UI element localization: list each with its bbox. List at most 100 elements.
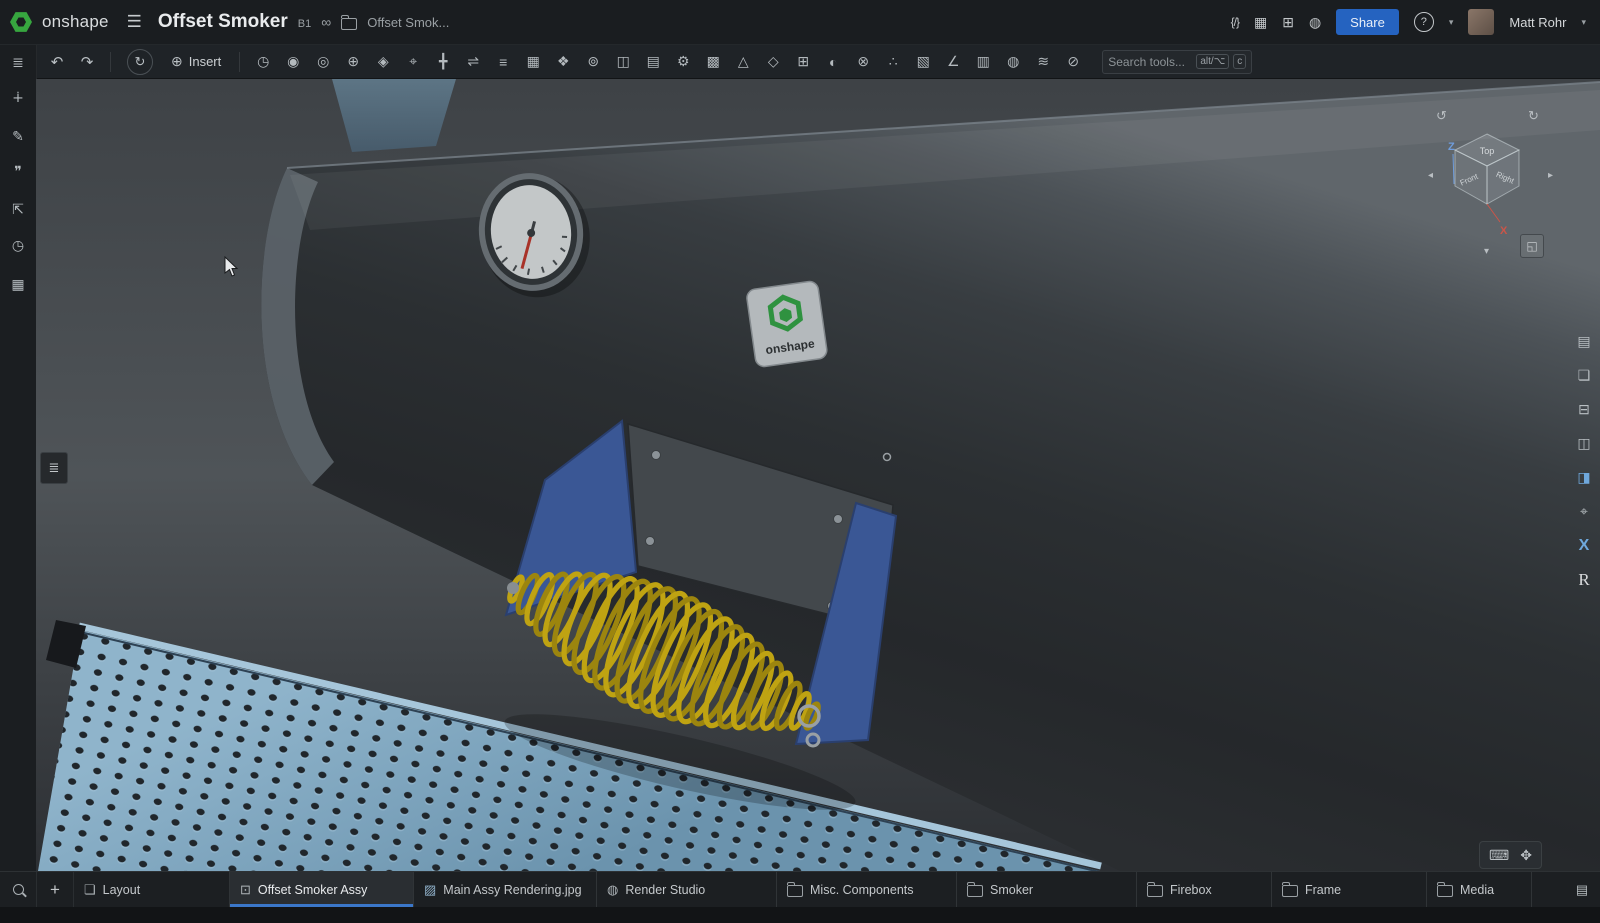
- folder-icon: [1282, 885, 1298, 897]
- appearance-icon[interactable]: ✎: [0, 127, 36, 145]
- globe-icon[interactable]: ◍: [1309, 14, 1321, 31]
- app-header: onshape ☰ Offset Smoker B1 ∞ Offset Smok…: [0, 0, 1600, 45]
- view-options-button[interactable]: ◱: [1520, 234, 1544, 258]
- insert-button[interactable]: ⊕ Insert: [161, 53, 231, 70]
- transform-icon[interactable]: ⇱: [0, 200, 36, 218]
- display-states-icon[interactable]: ⊞: [788, 49, 818, 75]
- measure-panel-icon[interactable]: ⌖: [1573, 501, 1595, 522]
- main-menu-icon[interactable]: ☰: [127, 12, 142, 32]
- exploded-view-icon[interactable]: △: [728, 49, 758, 75]
- graphics-viewport[interactable]: onshape: [36, 79, 1600, 871]
- 3d-scene[interactable]: onshape: [36, 79, 1600, 871]
- tab-folder-frame[interactable]: Frame: [1272, 872, 1427, 907]
- help-icon[interactable]: ?: [1414, 12, 1434, 32]
- render-icon[interactable]: ◍: [998, 49, 1028, 75]
- rotate-cube-left-icon[interactable]: ◂: [1428, 170, 1433, 181]
- tables-icon[interactable]: ▦: [0, 275, 36, 293]
- rotate-right-icon[interactable]: ↻: [1528, 108, 1539, 123]
- smoker-chimney[interactable]: [332, 79, 456, 152]
- undo-icon[interactable]: ↶: [42, 49, 72, 75]
- circular-pattern-icon[interactable]: ❖: [548, 49, 578, 75]
- link-icon[interactable]: ∞: [321, 14, 331, 30]
- redo-icon[interactable]: ↷: [72, 49, 102, 75]
- tab-render-studio[interactable]: ◍ Render Studio: [597, 872, 777, 907]
- onshape-app-window: onshape ☰ Offset Smoker B1 ∞ Offset Smok…: [0, 0, 1600, 923]
- move-part-icon[interactable]: ╋: [428, 49, 458, 75]
- center-of-mass-icon[interactable]: ∴: [878, 49, 908, 75]
- clock-icon[interactable]: ◷: [248, 49, 278, 75]
- configurations-icon[interactable]: ▥: [968, 49, 998, 75]
- replicate-icon[interactable]: ⊚: [578, 49, 608, 75]
- planar-mate-icon[interactable]: ⊕: [338, 49, 368, 75]
- versions-table-icon[interactable]: ▦: [1254, 14, 1267, 31]
- rotate-cube-right-icon[interactable]: ▸: [1548, 170, 1553, 181]
- help-caret-icon[interactable]: ▾: [1449, 17, 1454, 28]
- gear-relation-icon[interactable]: ⚙: [668, 49, 698, 75]
- add-connector-icon[interactable]: ∔: [0, 88, 36, 106]
- z-axis-line: [1453, 154, 1454, 184]
- tab-folder-smoker[interactable]: Smoker: [957, 872, 1137, 907]
- document-title[interactable]: Offset Smoker: [158, 11, 288, 33]
- search-tools-placeholder: Search tools...: [1108, 55, 1192, 69]
- bom-panel-icon[interactable]: ▤: [1573, 331, 1595, 352]
- add-tab-button[interactable]: +: [37, 872, 74, 907]
- mouse-gestures-icon[interactable]: ✥: [1520, 847, 1532, 864]
- named-positions-icon[interactable]: ◇: [758, 49, 788, 75]
- r-app-icon[interactable]: R: [1573, 569, 1595, 590]
- feature-list-icon[interactable]: ≣: [0, 53, 36, 71]
- tab-layout[interactable]: ❏ Layout: [74, 872, 230, 907]
- view-menu-caret-icon[interactable]: ▾: [1484, 246, 1489, 257]
- section-view-icon[interactable]: ◐: [818, 49, 848, 75]
- x-axis-line: [1487, 204, 1500, 222]
- appearance-icon[interactable]: ▧: [908, 49, 938, 75]
- comments-icon[interactable]: ❞: [0, 162, 36, 180]
- revolute-mate-icon[interactable]: ◎: [308, 49, 338, 75]
- onshape-logo-icon[interactable]: [10, 11, 32, 33]
- mate-relation-icon[interactable]: ⇌: [458, 49, 488, 75]
- search-tabs-icon[interactable]: [0, 872, 37, 907]
- user-avatar[interactable]: [1468, 9, 1494, 35]
- mate-icon[interactable]: ◉: [278, 49, 308, 75]
- isolate-icon[interactable]: ⊘: [1058, 49, 1088, 75]
- fastened-mate-icon[interactable]: ◈: [368, 49, 398, 75]
- search-tools-input[interactable]: Search tools... alt/⌥ c: [1102, 50, 1252, 74]
- xometry-app-icon[interactable]: X: [1573, 535, 1595, 556]
- display-panel-icon[interactable]: ⊟: [1573, 399, 1595, 420]
- parent-folder-name[interactable]: Offset Smok...: [367, 15, 449, 30]
- app-store-icon[interactable]: ⊞: [1282, 14, 1294, 31]
- linear-pattern-icon[interactable]: ▦: [518, 49, 548, 75]
- section-panel-icon[interactable]: ◫: [1573, 433, 1595, 454]
- mirror-icon[interactable]: ◫: [608, 49, 638, 75]
- interference-icon[interactable]: ⊗: [848, 49, 878, 75]
- tab-folder-misc-components[interactable]: Misc. Components: [777, 872, 957, 907]
- onshape-badge[interactable]: onshape: [746, 280, 828, 367]
- shortcut-c-key: c: [1233, 54, 1246, 69]
- tab-folder-media[interactable]: Media: [1427, 872, 1532, 907]
- onshape-wordmark: onshape: [42, 12, 109, 32]
- history-icon[interactable]: ◷: [0, 236, 36, 254]
- version-badge[interactable]: B1: [298, 18, 311, 30]
- featurescript-icon[interactable]: {/}: [1231, 15, 1239, 29]
- share-button[interactable]: Share: [1336, 9, 1399, 35]
- structure-panel-icon[interactable]: ❏: [1573, 365, 1595, 386]
- appearance-panel-icon[interactable]: ◨: [1573, 467, 1595, 488]
- tab-offset-smoker-assy[interactable]: ⊡ Offset Smoker Assy: [230, 872, 414, 907]
- shortcut-alt-key: alt/⌥: [1196, 54, 1229, 69]
- tab-folder-firebox[interactable]: Firebox: [1137, 872, 1272, 907]
- snap-mode-icon[interactable]: ⌖: [398, 49, 428, 75]
- rotate-left-icon[interactable]: ↺: [1436, 108, 1447, 123]
- pattern-icon[interactable]: ▩: [698, 49, 728, 75]
- viewcube-top-label: Top: [1480, 146, 1495, 156]
- group-icon[interactable]: ≡: [488, 49, 518, 75]
- simulation-icon[interactable]: ≋: [1028, 49, 1058, 75]
- tab-main-assy-rendering[interactable]: ▨ Main Assy Rendering.jpg: [414, 872, 597, 907]
- expand-panel-button[interactable]: ≣: [40, 452, 68, 484]
- image-tab-icon: ▨: [424, 882, 436, 898]
- user-menu-caret-icon[interactable]: ▾: [1581, 17, 1586, 28]
- measure-icon[interactable]: ∠: [938, 49, 968, 75]
- insert-icon: ⊕: [171, 53, 183, 70]
- keyboard-shortcuts-icon[interactable]: ⌨: [1489, 847, 1509, 864]
- tab-manager-icon[interactable]: ▤: [1564, 872, 1600, 907]
- bom-icon[interactable]: ▤: [638, 49, 668, 75]
- update-references-icon[interactable]: ↻: [127, 49, 153, 75]
